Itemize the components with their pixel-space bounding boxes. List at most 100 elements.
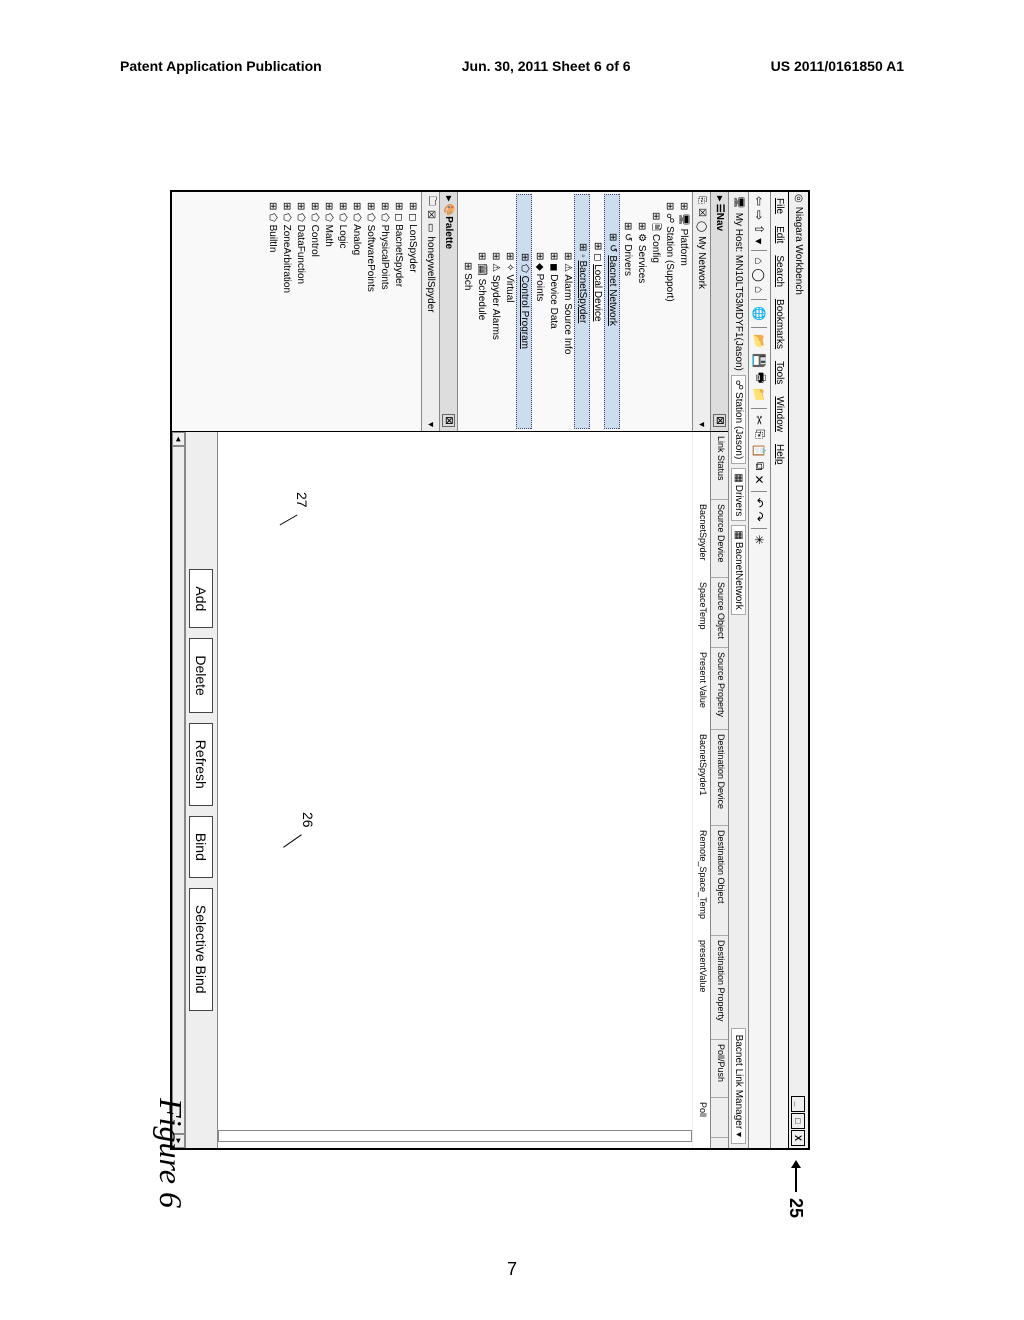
link-manager-dropdown[interactable]: Bacnet Link Manager ▾ bbox=[731, 1028, 746, 1144]
tree-item[interactable]: ⊞ ✧ Virtual bbox=[502, 194, 516, 429]
close-button[interactable]: X bbox=[792, 1130, 806, 1146]
col-dst-object[interactable]: Destination Object bbox=[711, 826, 728, 936]
col-src-prop[interactable]: Source Property bbox=[711, 648, 728, 730]
folder-icon[interactable]: 📁 bbox=[753, 387, 767, 402]
tree-item[interactable]: ⊞ Sch bbox=[460, 194, 474, 429]
minimize-button[interactable]: _ bbox=[792, 1096, 806, 1112]
palette-item[interactable]: ⊞ ⬠ ZoneArbitration bbox=[279, 194, 293, 429]
open-icon[interactable]: 📂 bbox=[753, 334, 767, 349]
palette-device-icon: ▭ bbox=[425, 223, 436, 232]
tree-item[interactable]: ⊞ ⚠ Alarm Source Info bbox=[560, 194, 574, 429]
palette-device-label: honeywellSpyder bbox=[425, 236, 436, 312]
tree-item[interactable]: ⊞ ◼ Device Data bbox=[546, 194, 560, 429]
tree-item[interactable]: ⊞ 🗓 Schedule bbox=[474, 194, 488, 429]
menu-bookmarks[interactable]: Bookmarks bbox=[774, 299, 785, 349]
menu-edit[interactable]: Edit bbox=[774, 226, 785, 243]
palette-item[interactable]: ⊞ ⬠ Control bbox=[307, 194, 321, 429]
palette-open-icon[interactable]: 🗀 bbox=[422, 196, 439, 206]
col-src-object[interactable]: Source Object bbox=[711, 578, 728, 648]
menu-help[interactable]: Help bbox=[774, 444, 785, 465]
drivers-chip[interactable]: ▦Drivers bbox=[731, 468, 746, 521]
col-link-status[interactable]: Link Status bbox=[711, 432, 728, 500]
tree-item[interactable]: ⊞ ◻ Local Device bbox=[590, 194, 604, 429]
menu-tools[interactable]: Tools bbox=[774, 361, 785, 384]
tree-item[interactable]: ⊞ ◦ BacnetSpyder bbox=[574, 194, 590, 429]
app-icon: ◎ bbox=[793, 194, 804, 203]
up-icon[interactable]: ⇧ bbox=[753, 224, 767, 234]
nav-close-icon[interactable]: ☒ bbox=[713, 414, 726, 427]
menu-file[interactable]: File bbox=[774, 198, 785, 214]
page-number: 7 bbox=[507, 1259, 517, 1280]
tree-item[interactable]: ⊞ ◆ Points bbox=[532, 194, 546, 429]
saveall-icon[interactable]: 🖶 bbox=[749, 372, 770, 383]
wand-icon[interactable]: ✳ bbox=[753, 535, 767, 545]
fwd-icon[interactable]: ⇨ bbox=[753, 210, 767, 220]
copy-icon[interactable]: ⎘ bbox=[752, 429, 767, 439]
menu-window[interactable]: Window bbox=[774, 396, 785, 432]
grid-row[interactable]: BacnetSpyder SpaceTemp Present Value Bac… bbox=[692, 432, 710, 1148]
figure-label: Figure 6 bbox=[152, 1098, 189, 1208]
sidebar: ▸ ☰ Nav ☒ ⎘ ☒ ◯ My Network ▾ ⊞ 🖥 Platfor… bbox=[172, 192, 728, 432]
world-icon[interactable]: 🌐 bbox=[753, 306, 767, 321]
cut-icon[interactable]: ✂ bbox=[753, 415, 767, 425]
network-chip[interactable]: ▦BacnetNetwork bbox=[731, 525, 746, 614]
paste-icon[interactable]: 📋 bbox=[753, 443, 767, 458]
palette-toolbar: 🗀 ☒ ▭ honeywellSpyder ▾ bbox=[421, 192, 439, 431]
col-dst-device[interactable]: Destination Device bbox=[711, 730, 728, 826]
host-label: My Host: MN10LT53MDYF1(Jason) bbox=[733, 213, 744, 371]
col-pollpush[interactable]: Poll/Push bbox=[711, 1040, 728, 1098]
tree-item[interactable]: ⊞ ⚠ Spyder Alarms bbox=[488, 194, 502, 429]
recent-icon[interactable]: ▾ bbox=[753, 238, 767, 244]
station-chip[interactable]: ☍Station (Jason) bbox=[731, 375, 746, 464]
scroll-left-icon[interactable]: ◄ bbox=[172, 432, 185, 446]
nav-tree[interactable]: ⊞ 🖥 Platform ⊞ ☍ Station (Support) ⊞ 🗎 C… bbox=[458, 192, 692, 431]
col-dst-prop[interactable]: Destination Property bbox=[711, 936, 728, 1040]
palette-dropdown-icon[interactable]: ▾ bbox=[425, 422, 436, 427]
home-icon[interactable]: ⌂ bbox=[753, 257, 767, 264]
tree-item[interactable]: ⊞ ⬠ Control Program bbox=[516, 194, 532, 429]
palette-item[interactable]: ⊞ ◻ LonSpyder bbox=[405, 194, 419, 429]
delete-button[interactable]: Delete bbox=[190, 638, 214, 712]
palette-close-icon[interactable]: ☒ bbox=[442, 414, 455, 427]
home2-icon[interactable]: ⌂ bbox=[753, 286, 767, 293]
nav-dropdown-icon[interactable]: ▾ bbox=[696, 422, 707, 427]
palette-item[interactable]: ⊞ ⬠ Logic bbox=[335, 194, 349, 429]
maximize-button[interactable]: □ bbox=[792, 1113, 806, 1129]
palette-item[interactable]: ⊞ ⬠ DataFunction bbox=[293, 194, 307, 429]
tree-item[interactable]: ⊞ ☍ Station (Support) bbox=[662, 194, 676, 429]
palette-tree[interactable]: ⊞ ◻ LonSpyder ⊞ ◻ BacnetSpyder ⊞ ⬠ Physi… bbox=[172, 192, 421, 431]
redo-icon[interactable]: ↷ bbox=[753, 512, 767, 522]
tree-item[interactable]: ⊞ 🖥 Platform bbox=[676, 194, 690, 429]
app-window: 25 ◎ Niagara Workbench _ □ X File Edit S… bbox=[170, 190, 810, 1150]
menu-search[interactable]: Search bbox=[774, 255, 785, 287]
palette-item[interactable]: ⊞ ⬠ Analog bbox=[349, 194, 363, 429]
horizontal-scrollbar[interactable]: ◄ ► bbox=[172, 432, 186, 1148]
palette-close2-icon[interactable]: ☒ bbox=[425, 210, 436, 219]
col-src-device[interactable]: Source Device bbox=[711, 500, 728, 578]
palette-item[interactable]: ⊞ ⬠ BuiltIn bbox=[265, 194, 279, 429]
nav-network-icon: ◯ bbox=[696, 221, 707, 232]
nav-close2-icon[interactable]: ☒ bbox=[696, 208, 707, 217]
palette-item[interactable]: ⊞ ◻ BacnetSpyder bbox=[391, 194, 405, 429]
save-icon[interactable]: 💾 bbox=[753, 353, 767, 368]
undo-icon[interactable]: ↶ bbox=[753, 498, 767, 508]
back-icon[interactable]: ⇦ bbox=[753, 196, 767, 206]
col-extra[interactable] bbox=[711, 1098, 728, 1138]
scroll-track[interactable] bbox=[172, 446, 185, 1134]
stop-icon[interactable]: ◯ bbox=[753, 268, 767, 281]
dup-icon[interactable]: ⧉ bbox=[752, 462, 767, 471]
delete-icon[interactable]: ✕ bbox=[753, 475, 767, 485]
tree-item[interactable]: ⊞ ↺ Bacnet Network bbox=[604, 194, 620, 429]
tree-item[interactable]: ⊞ 🗎 Config bbox=[648, 194, 662, 429]
nav-tree-icon[interactable]: ⎘ bbox=[696, 196, 707, 204]
palette-item[interactable]: ⊞ ⬠ SoftwarePoints bbox=[363, 194, 377, 429]
tree-item[interactable]: ⊞ ↺ Drivers bbox=[620, 194, 634, 429]
refresh-button[interactable]: Refresh bbox=[190, 723, 214, 806]
add-button[interactable]: Add bbox=[190, 569, 214, 628]
selective-bind-button[interactable]: Selective Bind bbox=[190, 888, 214, 1011]
menubar: File Edit Search Bookmarks Tools Window … bbox=[770, 192, 788, 1148]
bind-button[interactable]: Bind bbox=[190, 816, 214, 878]
tree-item[interactable]: ⊞ ⚙ Services bbox=[634, 194, 648, 429]
palette-item[interactable]: ⊞ ⬠ PhysicalPoints bbox=[377, 194, 391, 429]
palette-item[interactable]: ⊞ ⬠ Math bbox=[321, 194, 335, 429]
